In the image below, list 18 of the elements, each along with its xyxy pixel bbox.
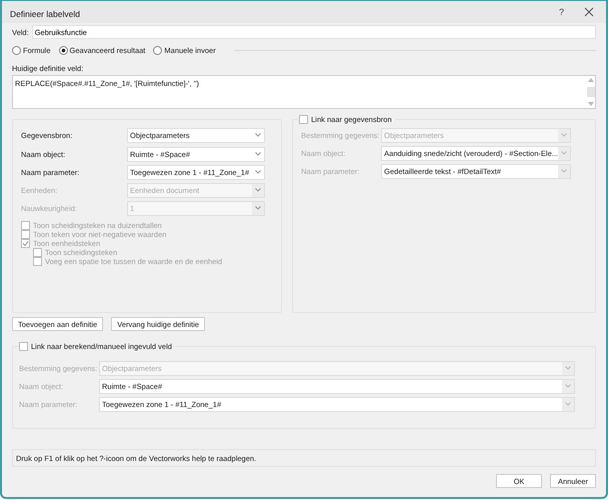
chevron-down-icon[interactable]: [255, 188, 262, 192]
close-icon[interactable]: [584, 7, 594, 17]
chevron-down-icon[interactable]: [255, 170, 262, 174]
scroll-bar[interactable]: [586, 76, 595, 108]
chevron-down-icon[interactable]: [255, 152, 262, 156]
window-title: Definieer labelveld: [10, 8, 81, 19]
chevron-down-icon[interactable]: [561, 151, 567, 155]
radio-button[interactable]: [12, 46, 21, 54]
chevron-down-icon[interactable]: [561, 169, 567, 173]
chevron-down-icon[interactable]: [255, 206, 262, 210]
radio-button[interactable]: [58, 46, 68, 54]
chevron-down-icon[interactable]: [565, 384, 571, 388]
checkbox[interactable]: [299, 115, 308, 124]
radio-button[interactable]: [153, 46, 162, 54]
chevron-down-icon[interactable]: [565, 402, 571, 406]
checkbox[interactable]: [19, 342, 28, 351]
chevron-down-icon[interactable]: [255, 133, 262, 137]
help-button[interactable]: ?: [558, 7, 564, 17]
